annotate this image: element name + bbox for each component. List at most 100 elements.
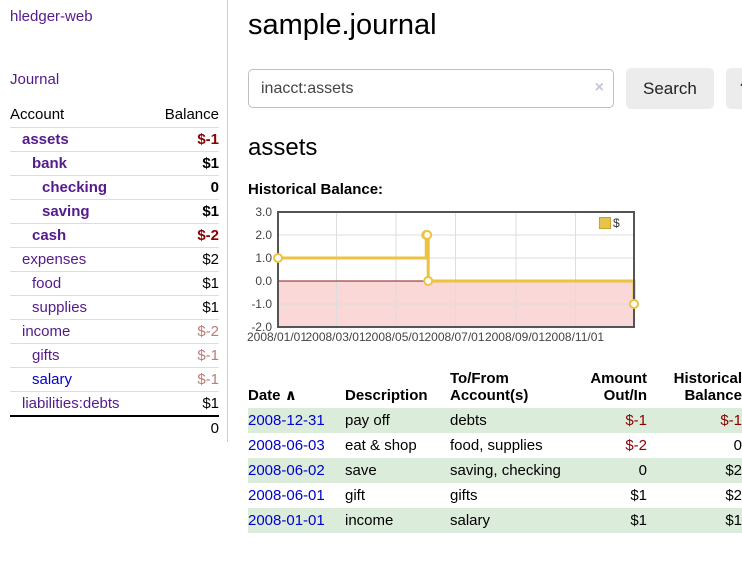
transaction-date-link[interactable]: 2008-12-31 xyxy=(248,412,325,429)
x-axis-tick-label: 2008/01/01 xyxy=(247,330,307,344)
account-balance: $-2 xyxy=(150,320,219,344)
account-balance: $1 xyxy=(150,152,219,176)
account-link-saving[interactable]: saving xyxy=(10,203,90,220)
transaction-accounts: saving, checking xyxy=(450,458,565,483)
account-tree: Account Balance assets$-1bank$1checking0… xyxy=(10,102,219,440)
account-total-row: 0 xyxy=(10,416,219,440)
sidebar: hledger-web Journal Account Balance asse… xyxy=(0,0,228,442)
y-axis-tick-label: 0.0 xyxy=(248,274,272,288)
account-balance: $-2 xyxy=(150,224,219,248)
transaction-description: income xyxy=(345,508,450,533)
account-row: supplies $1 xyxy=(10,296,219,320)
account-row: salary $-1 xyxy=(10,368,219,392)
x-axis-tick-label: 2008/03/01 xyxy=(305,330,365,344)
historical-balance-chart: 3.02.01.00.0-1.0-2.02008/01/012008/03/01… xyxy=(248,211,742,351)
transaction-description: pay off xyxy=(345,408,450,433)
account-row: assets $-1 xyxy=(10,128,219,152)
chart-plot-area xyxy=(277,211,635,328)
transaction-description: gift xyxy=(345,483,450,508)
account-row: food $1 xyxy=(10,272,219,296)
transaction-balance: $-1 xyxy=(647,408,742,433)
account-link-supplies[interactable]: supplies xyxy=(10,299,87,316)
column-header-description: Description xyxy=(345,368,450,408)
account-row: liabilities:debts $1 xyxy=(10,392,219,417)
transaction-description: save xyxy=(345,458,450,483)
account-link-bank[interactable]: bank xyxy=(10,155,67,172)
transaction-amount: $1 xyxy=(565,483,647,508)
account-balance: $1 xyxy=(150,392,219,417)
legend-swatch-icon xyxy=(599,217,611,229)
account-balance: $1 xyxy=(150,272,219,296)
x-axis-tick-label: 2008/11/01 xyxy=(545,330,604,344)
transaction-date-link[interactable]: 2008-01-01 xyxy=(248,512,325,529)
account-link-food[interactable]: food xyxy=(10,275,61,292)
transaction-accounts: salary xyxy=(450,508,565,533)
transaction-description: eat & shop xyxy=(345,433,450,458)
account-row: income $-2 xyxy=(10,320,219,344)
account-link-cash[interactable]: cash xyxy=(10,227,66,244)
account-link-checking[interactable]: checking xyxy=(10,179,107,196)
chart-label: Historical Balance: xyxy=(248,181,742,198)
account-link-gifts[interactable]: gifts xyxy=(10,347,60,364)
account-balance: $-1 xyxy=(150,128,219,152)
y-axis-tick-label: 3.0 xyxy=(248,205,272,219)
account-balance: $-1 xyxy=(150,344,219,368)
date-header-label: Date xyxy=(248,387,281,404)
main-content: sample.journal × Search ? assets Histori… xyxy=(228,0,742,533)
table-row: 2008-06-03 eat & shopfood, supplies$-20 xyxy=(248,433,742,458)
sort-ascending-icon: ∧ xyxy=(285,387,297,404)
transaction-amount: 0 xyxy=(565,458,647,483)
x-axis-tick-label: 2008/09/01 xyxy=(485,330,545,344)
account-balance: $-1 xyxy=(150,368,219,392)
transaction-amount: $-1 xyxy=(565,408,647,433)
account-row: saving $1 xyxy=(10,200,219,224)
balance-column-header: Balance xyxy=(150,102,219,128)
transaction-balance: $2 xyxy=(647,458,742,483)
transaction-balance: 0 xyxy=(647,433,742,458)
table-row: 2008-01-01incomesalary$1$1 xyxy=(248,508,742,533)
account-link-expenses[interactable]: expenses xyxy=(10,251,86,268)
account-balance: 0 xyxy=(150,176,219,200)
app-title[interactable]: hledger-web xyxy=(10,8,219,25)
table-row: 2008-06-01 giftgifts$1$2 xyxy=(248,483,742,508)
account-row: gifts $-1 xyxy=(10,344,219,368)
clear-search-icon[interactable]: × xyxy=(595,78,604,98)
account-row: bank $1 xyxy=(10,152,219,176)
chart-legend: $ xyxy=(599,216,620,230)
column-header-amount: Amount Out/In xyxy=(565,368,647,408)
transaction-date-link[interactable]: 2008-06-03 xyxy=(248,437,325,454)
transaction-accounts: gifts xyxy=(450,483,565,508)
account-row: checking 0 xyxy=(10,176,219,200)
account-balance: $1 xyxy=(150,296,219,320)
account-heading: assets xyxy=(248,134,742,162)
transaction-balance: $2 xyxy=(647,483,742,508)
x-axis-tick-label: 2008/05/01 xyxy=(365,330,425,344)
transaction-balance: $1 xyxy=(647,508,742,533)
sidebar-item-journal[interactable]: Journal xyxy=(10,71,219,88)
transaction-date-link[interactable]: 2008-06-01 xyxy=(248,487,325,504)
table-row: 2008-06-02 savesaving, checking0$2 xyxy=(248,458,742,483)
column-header-date[interactable]: Date ∧ xyxy=(248,368,345,408)
y-axis-tick-label: 1.0 xyxy=(248,251,272,265)
account-link-assets[interactable]: assets xyxy=(10,131,69,148)
account-balance: $1 xyxy=(150,200,219,224)
account-tree-body: assets $-1 bank $1 checking 0 saving $1 cash $-2 e… xyxy=(10,128,219,417)
search-form: × Search ? xyxy=(248,68,742,109)
account-balance: $2 xyxy=(150,248,219,272)
column-header-accounts: To/From Account(s) xyxy=(450,368,565,408)
account-link-liabilities-debts[interactable]: liabilities:debts xyxy=(10,395,120,412)
page: hledger-web Journal Account Balance asse… xyxy=(0,0,742,533)
transaction-amount: $-2 xyxy=(565,433,647,458)
page-title: sample.journal xyxy=(248,8,742,42)
account-total-value: 0 xyxy=(150,416,219,440)
account-link-salary[interactable]: salary xyxy=(10,371,72,388)
search-button[interactable]: Search xyxy=(626,68,714,109)
transaction-accounts: food, supplies xyxy=(450,433,565,458)
search-input[interactable] xyxy=(248,69,614,108)
help-button[interactable]: ? xyxy=(726,68,742,109)
transaction-amount: $1 xyxy=(565,508,647,533)
account-link-income[interactable]: income xyxy=(10,323,70,340)
transaction-accounts: debts xyxy=(450,408,565,433)
transaction-date-link[interactable]: 2008-06-02 xyxy=(248,462,325,479)
legend-label: $ xyxy=(613,216,620,230)
